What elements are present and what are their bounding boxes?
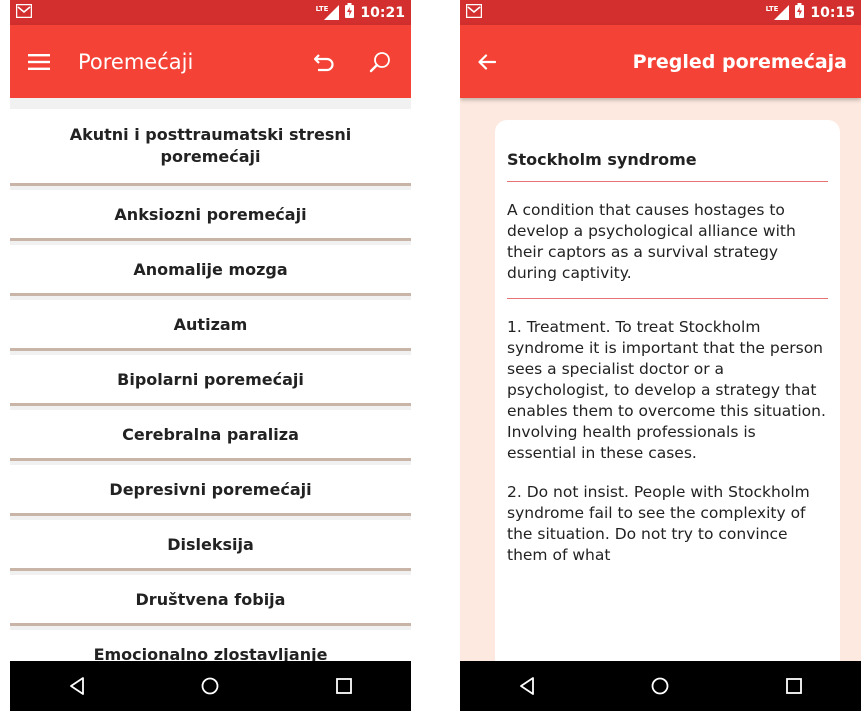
home-nav-icon[interactable]: [630, 666, 690, 706]
back-nav-icon[interactable]: [497, 666, 557, 706]
list-item[interactable]: Bipolarni poremećaji: [10, 355, 411, 403]
status-time: 10:15: [810, 4, 855, 21]
app-bar: Pregled poremećaja: [460, 25, 861, 98]
back-nav-icon[interactable]: [47, 666, 107, 706]
list-screen: LTE 10:21 Poremećaji Akutni i posttrauma…: [10, 0, 411, 711]
undo-icon[interactable]: [313, 52, 335, 72]
disorder-title: Stockholm syndrome: [507, 150, 828, 182]
advice-paragraph: 1. Treatment. To treat Stockholm syndrom…: [507, 318, 826, 462]
list-item[interactable]: Akutni i posttraumatski stresni poremeća…: [10, 109, 411, 183]
list-item[interactable]: Depresivni poremećaji: [10, 465, 411, 513]
list-item[interactable]: Društvena fobija: [10, 575, 411, 623]
detail-screen: LTE 10:15 Pregled poremećaja Stockholm s…: [460, 0, 861, 711]
gmail-notification-icon: [465, 3, 483, 22]
advice-paragraph: 2. Do not insist. People with Stockholm …: [507, 483, 810, 564]
back-arrow-icon[interactable]: [478, 53, 496, 70]
disorder-list: Akutni i posttraumatski stresni poremeća…: [10, 98, 411, 661]
battery-charging-icon: [345, 3, 355, 22]
list-item[interactable]: Anomalije mozga: [10, 245, 411, 293]
navigation-bar: [10, 661, 411, 711]
app-bar: Poremećaji: [10, 25, 411, 98]
recents-nav-icon[interactable]: [314, 666, 374, 706]
navigation-bar: [460, 661, 861, 711]
disorder-detail-card: Stockholm syndrome A condition that caus…: [495, 120, 840, 680]
list-item[interactable]: Autizam: [10, 300, 411, 348]
lte-signal-icon: LTE: [316, 5, 340, 20]
lte-signal-icon: LTE: [766, 5, 790, 20]
page-title: Pregled poremećaja: [632, 50, 847, 73]
status-bar: LTE 10:15: [460, 0, 861, 25]
battery-charging-icon: [795, 3, 805, 22]
gmail-notification-icon: [15, 3, 33, 22]
list-item[interactable]: Emocionalno zlostavljanje: [10, 630, 411, 661]
recents-nav-icon[interactable]: [764, 666, 824, 706]
menu-icon[interactable]: [28, 53, 50, 70]
search-icon[interactable]: [369, 51, 391, 73]
list-item[interactable]: Anksiozni poremećaji: [10, 190, 411, 238]
list-item[interactable]: Cerebralna paraliza: [10, 410, 411, 458]
status-bar: LTE 10:21: [10, 0, 411, 25]
page-title: Poremećaji: [78, 49, 194, 74]
disorder-description: A condition that causes hostages to deve…: [507, 200, 828, 299]
home-nav-icon[interactable]: [180, 666, 240, 706]
status-time: 10:21: [360, 4, 405, 21]
list-item[interactable]: Disleksija: [10, 520, 411, 568]
